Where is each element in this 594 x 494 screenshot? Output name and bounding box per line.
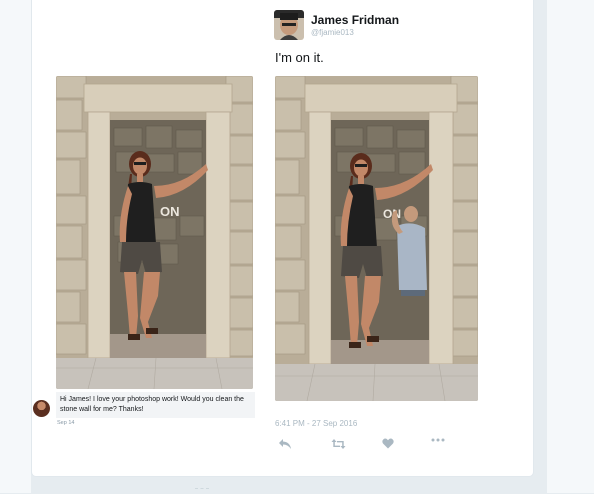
left-gutter bbox=[0, 0, 31, 493]
tweet-actions bbox=[278, 438, 448, 452]
author-avatar[interactable] bbox=[274, 10, 304, 40]
next-item-hint bbox=[195, 488, 209, 494]
request-date: Sep 14 bbox=[57, 420, 75, 426]
request-message: Hi James! I love your photoshop work! Wo… bbox=[56, 392, 255, 418]
like-icon[interactable] bbox=[382, 438, 398, 452]
more-icon[interactable] bbox=[431, 438, 447, 452]
request-caption: Hi James! I love your photoshop work! Wo… bbox=[33, 392, 255, 432]
svg-text:ON: ON bbox=[160, 204, 180, 219]
request-photo[interactable]: ON bbox=[56, 76, 253, 389]
author-handle[interactable]: @fjamie013 bbox=[311, 28, 354, 37]
right-sidebar bbox=[547, 0, 594, 493]
retweet-icon[interactable] bbox=[331, 438, 347, 452]
author-name[interactable]: James Fridman bbox=[311, 13, 399, 27]
tweet-timestamp[interactable]: 6:41 PM - 27 Sep 2016 bbox=[275, 419, 357, 428]
requester-avatar bbox=[33, 400, 50, 417]
reply-icon[interactable] bbox=[278, 438, 294, 452]
tweet-text: I'm on it. bbox=[275, 50, 324, 65]
edited-photo[interactable]: ON bbox=[275, 76, 478, 401]
